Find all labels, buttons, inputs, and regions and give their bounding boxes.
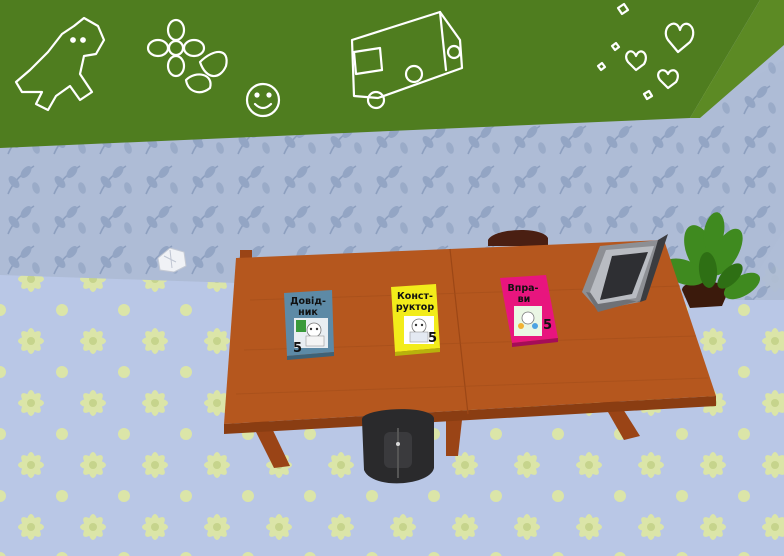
book-title-line2: ви: [518, 294, 531, 305]
book-title-line1: Впра-: [508, 283, 539, 294]
book-grade: 5: [428, 331, 437, 346]
book-dovidnyk[interactable]: Довід- ник 5: [284, 290, 334, 360]
book-title-line2: ник: [298, 307, 318, 318]
book-title-line1: Конст-: [397, 291, 433, 302]
classroom-scene: Довід- ник 5 Конст- руктор 5 Впра- ви 5: [0, 0, 784, 556]
book-title-line1: Довід-: [290, 296, 326, 307]
scene-canvas: Довід- ник 5 Конст- руктор 5 Впра- ви 5: [0, 0, 784, 556]
book-konstruktor[interactable]: Конст- руктор 5: [391, 284, 440, 356]
backpack: [361, 409, 434, 484]
book-title-line2: руктор: [396, 302, 434, 313]
book-grade: 5: [293, 341, 302, 356]
book-grade: 5: [543, 318, 552, 333]
